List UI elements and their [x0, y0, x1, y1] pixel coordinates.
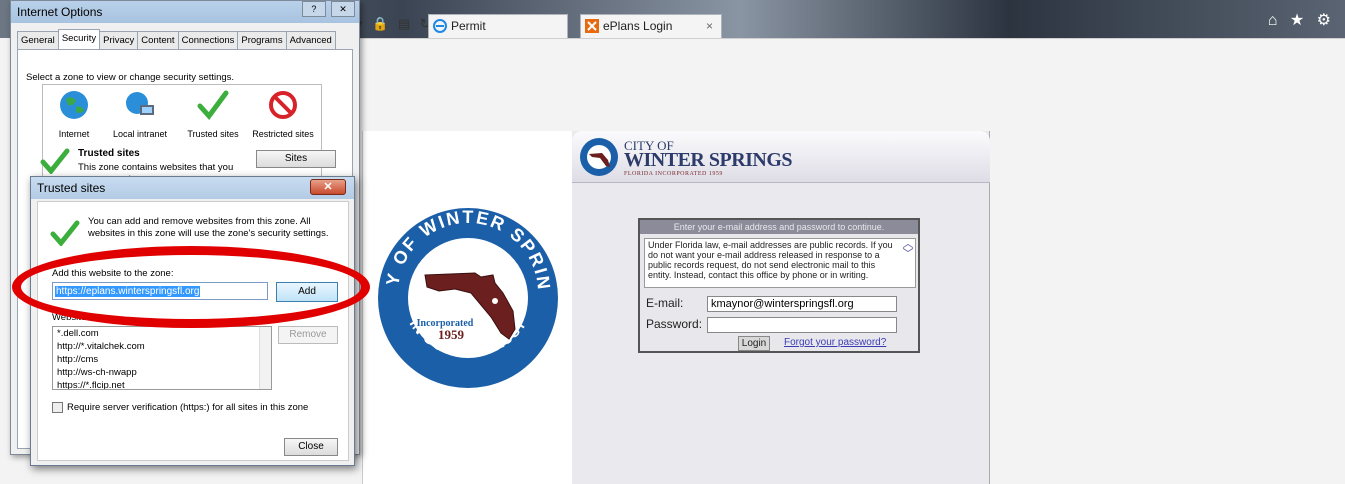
zone-label: Restricted sites: [252, 129, 314, 139]
zone-label: Trusted sites: [187, 129, 239, 139]
email-field[interactable]: kmaynor@winterspringsfl.org: [707, 296, 897, 312]
globe-icon: [60, 91, 88, 119]
ie-icon: [433, 19, 447, 33]
options-tabs: General Security Privacy Content Connections…: [17, 29, 336, 49]
checkmark-icon: [50, 220, 80, 246]
zone-local-intranet[interactable]: Local intranet: [105, 89, 175, 139]
tab-eplans-login[interactable]: ePlans Login ×: [580, 14, 722, 38]
document-icon[interactable]: ▤: [398, 16, 410, 31]
public-records-notice: Under Florida law, e-mail addresses are …: [644, 238, 916, 288]
banner-line3: FLORIDA INCORPORATED 1959: [624, 171, 723, 177]
zone-label: Internet: [58, 129, 90, 139]
email-label: E-mail:: [646, 296, 684, 310]
seal-year: 1959: [438, 327, 465, 342]
banner-line2: WINTER SPRINGS: [624, 149, 793, 171]
seal-panel: CITY OF WINTER SPRINGS IN GOD WE TRUST I…: [362, 131, 572, 484]
sites-button[interactable]: Sites: [256, 150, 336, 168]
tab-programs[interactable]: Programs: [237, 31, 287, 49]
password-label: Password:: [646, 317, 703, 331]
info-message: You can add and remove websites from thi…: [88, 216, 329, 239]
tab-advanced[interactable]: Advanced: [285, 31, 336, 49]
notice-text: Under Florida law, e-mail addresses are …: [648, 240, 893, 280]
close-icon[interactable]: ✕: [310, 179, 346, 195]
login-box: Enter your e-mail address and password t…: [638, 218, 920, 353]
zone-trusted-sites[interactable]: Trusted sites: [181, 89, 245, 139]
tab-label: Permit: [451, 19, 486, 33]
checkbox-label: Require server verification (https:) for…: [67, 402, 309, 414]
list-item[interactable]: http://cms: [53, 353, 271, 366]
zone-title: Trusted sites: [78, 148, 140, 159]
intranet-icon: [126, 92, 154, 115]
checkmark-icon: [40, 148, 70, 174]
checkbox-box[interactable]: [52, 402, 63, 413]
tab-close-icon[interactable]: ×: [706, 15, 713, 37]
divider: [356, 38, 1345, 39]
zone-instruction: Select a zone to view or change security…: [26, 72, 235, 83]
scroll-down-icon[interactable]: ﹀: [901, 249, 915, 260]
eplans-icon: [585, 19, 599, 33]
lock-icon[interactable]: 🔒: [372, 16, 388, 31]
tab-general[interactable]: General: [17, 31, 59, 49]
tab-permit[interactable]: Permit: [428, 14, 568, 38]
list-item[interactable]: http://*.vitalchek.com: [53, 340, 271, 353]
list-item[interactable]: http://ws-ch-nwapp: [53, 366, 271, 379]
zone-internet[interactable]: Internet: [49, 89, 99, 139]
browser-right-icons[interactable]: ⌂ ★ ⚙: [1268, 10, 1335, 30]
close-button[interactable]: Close: [284, 438, 338, 456]
window-buttons: ? ✕: [300, 1, 355, 19]
restricted-icon: [269, 91, 297, 119]
zone-restricted-sites[interactable]: Restricted sites: [249, 89, 317, 139]
notice-scrollbar[interactable]: ︿ ﹀: [901, 239, 915, 287]
login-button[interactable]: Login: [738, 336, 770, 351]
forgot-password-link[interactable]: Forgot your password?: [784, 337, 886, 348]
password-field[interactable]: [707, 317, 897, 333]
list-item[interactable]: *.dell.com: [53, 327, 271, 340]
tab-security[interactable]: Security: [57, 29, 101, 49]
checkmark-icon: [197, 90, 229, 120]
remove-button[interactable]: Remove: [278, 326, 338, 344]
address-bar-icons: ▾ 🔒 ▤ ↻: [356, 16, 437, 36]
tab-privacy[interactable]: Privacy: [99, 31, 139, 49]
city-seal-logo: CITY OF WINTER SPRINGS IN GOD WE TRUST I…: [363, 193, 558, 388]
tab-label: ePlans Login: [603, 19, 673, 33]
list-item[interactable]: https://*.flcip.net: [53, 379, 271, 389]
dialog-title: Trusted sites: [31, 177, 354, 199]
annotation-oval: [12, 246, 370, 328]
tab-content[interactable]: Content: [137, 31, 179, 49]
tab-connections[interactable]: Connections: [177, 31, 239, 49]
trusted-sites-body: You can add and remove websites from thi…: [37, 201, 349, 461]
login-header: Enter your e-mail address and password t…: [640, 220, 918, 234]
city-banner: CITY OF WINTER SPRINGS FLORIDA INCORPORA…: [572, 131, 990, 183]
list-scrollbar[interactable]: [259, 327, 271, 389]
websites-list[interactable]: *.dell.com http://*.vitalchek.com http:/…: [52, 326, 272, 390]
help-button[interactable]: ?: [301, 1, 326, 17]
small-seal-icon: [580, 138, 618, 176]
zone-label: Local intranet: [112, 129, 168, 139]
require-https-checkbox[interactable]: Require server verification (https:) for…: [52, 402, 308, 413]
close-button[interactable]: ✕: [331, 1, 355, 17]
